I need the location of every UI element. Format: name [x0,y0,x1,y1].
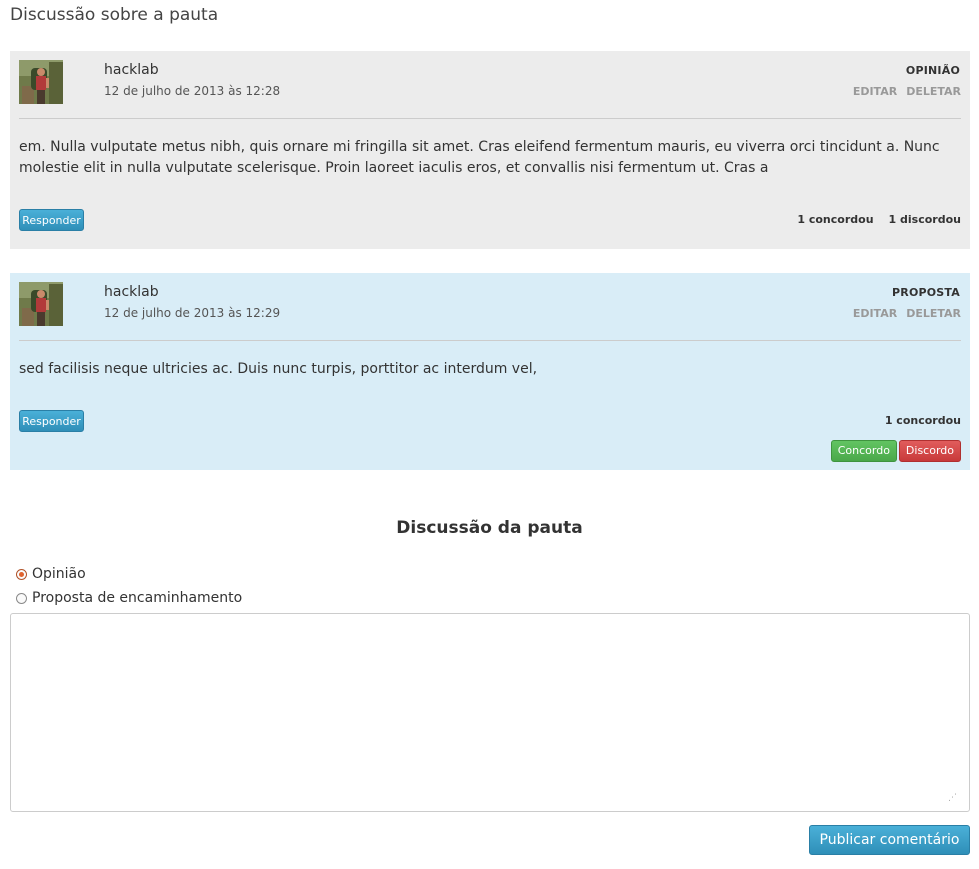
radio-option-proposal[interactable]: Proposta de encaminhamento [16,590,242,606]
divider [19,118,961,119]
comment-type-badge: PROPOSTA [892,286,960,299]
discussion-form-heading: Discussão da pauta [396,518,583,538]
page-title: Discussão sobre a pauta [10,5,219,25]
comment-actions: EDITAR DELETAR [844,307,961,320]
disagree-count: 1 discordou [888,213,961,226]
divider [19,340,961,341]
vote-counts: 1 concordou 1 discordou [797,213,961,226]
radio-button[interactable] [16,568,27,580]
disagree-button[interactable]: Discordo [898,439,961,462]
delete-link[interactable]: DELETAR [906,307,961,320]
vote-buttons: Concordo Discordo [829,439,961,462]
avatar[interactable] [19,60,63,104]
edit-link[interactable]: EDITAR [853,307,897,320]
publish-comment-button[interactable]: Publicar comentário [809,825,970,855]
comment-date: 12 de julho de 2013 às 12:29 [104,306,281,320]
agree-count: 1 concordou [884,414,961,427]
vote-counts: 1 concordou [885,414,961,427]
comment-text: sed facilisis neque ultricies ac. Duis n… [19,361,538,377]
comment-text: em. Nulla vulputate metus nibh, quis orn… [19,139,940,176]
edit-link[interactable]: EDITAR [853,85,897,98]
reply-button[interactable]: Responder [19,410,84,432]
radio-label: Opinião [32,566,86,582]
avatar[interactable] [19,282,63,326]
comment-actions: EDITAR DELETAR [844,85,961,98]
comment-item-opinion: hacklab 12 de julho de 2013 às 12:28 OPI… [10,51,970,249]
radio-option-opinion[interactable]: Opinião [16,566,86,582]
comment-type-badge: OPINIÃO [905,64,960,77]
comment-author: hacklab [104,62,159,78]
agree-count: 1 concordou [797,213,874,226]
comment-textarea[interactable] [10,613,970,812]
comment-item-proposal: hacklab 12 de julho de 2013 às 12:29 PRO… [10,273,970,470]
reply-button[interactable]: Responder [19,209,84,231]
delete-link[interactable]: DELETAR [906,85,961,98]
resize-handle-icon[interactable]: ⋰ [948,792,960,804]
comment-date: 12 de julho de 2013 às 12:28 [104,84,281,98]
radio-label: Proposta de encaminhamento [32,590,243,606]
radio-button[interactable] [16,592,27,604]
agree-button[interactable]: Concordo [830,439,897,462]
comment-author: hacklab [104,284,159,300]
